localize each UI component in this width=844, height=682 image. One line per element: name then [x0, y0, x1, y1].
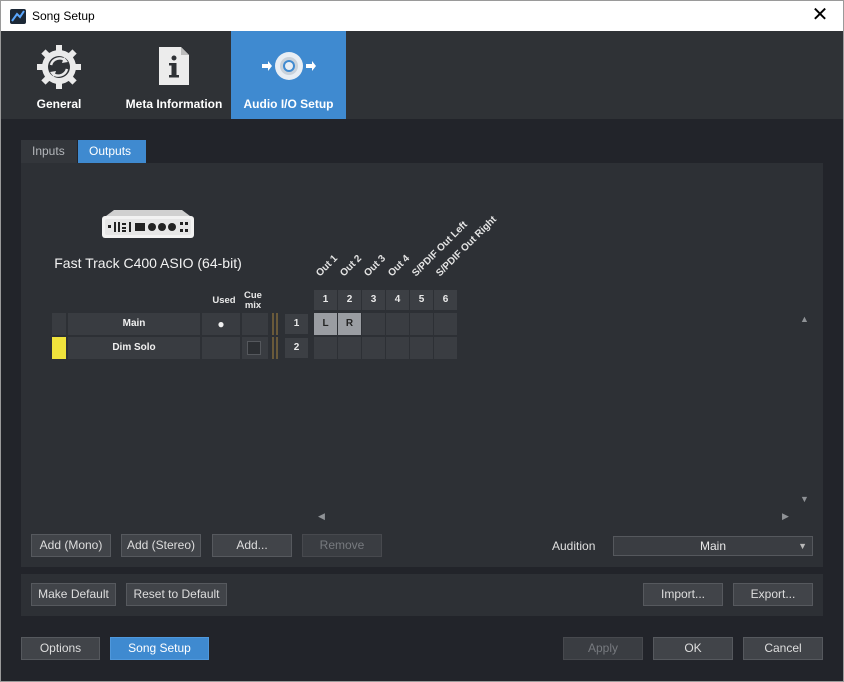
tab-inputs[interactable]: Inputs	[21, 140, 77, 163]
info-document-icon	[159, 47, 189, 85]
apply-button[interactable]: Apply	[563, 637, 643, 660]
channel-assign-cell[interactable]: R	[338, 313, 361, 335]
channel-assign-cell[interactable]	[362, 313, 385, 335]
audio-interface-icon	[102, 210, 194, 238]
tab-meta-information[interactable]: Meta Information	[117, 31, 231, 119]
gear-refresh-icon	[37, 45, 81, 89]
options-button[interactable]: Options	[21, 637, 100, 660]
add-button[interactable]: Add...	[212, 534, 292, 557]
close-icon[interactable]: ✕	[797, 1, 843, 31]
row-color-swatch[interactable]	[52, 313, 66, 335]
cue-mix-cell[interactable]	[242, 337, 268, 359]
speaker-io-icon	[261, 52, 316, 80]
import-button[interactable]: Import...	[643, 583, 723, 606]
studio-one-app-icon	[10, 9, 26, 24]
scroll-left-icon[interactable]: ◀	[318, 511, 325, 522]
row-color-swatch[interactable]	[52, 337, 66, 359]
remove-button[interactable]: Remove	[302, 534, 382, 557]
tab-meta-information-label: Meta Information	[125, 97, 223, 111]
divider	[276, 313, 278, 335]
divider	[276, 337, 278, 359]
row-name[interactable]: Dim Solo	[68, 337, 200, 359]
top-tab-bar: General Meta Information Audio I/O Setup	[1, 31, 843, 119]
channel-assign-cell[interactable]	[410, 337, 433, 359]
channel-assign-cell[interactable]	[386, 313, 409, 335]
audition-select[interactable]: Main ▼	[613, 536, 813, 556]
channel-number-1: 1	[314, 290, 337, 310]
audition-label: Audition	[552, 539, 596, 553]
cue-mix-column-header: Cue mix	[244, 290, 262, 311]
channel-assign-cell[interactable]	[338, 337, 361, 359]
cue-mix-cell	[242, 313, 268, 335]
channel-assign-cell[interactable]	[386, 337, 409, 359]
channel-number-3: 3	[362, 290, 385, 310]
channel-assign-cell[interactable]	[434, 337, 457, 359]
make-default-button[interactable]: Make Default	[31, 583, 116, 606]
divider	[272, 313, 274, 335]
cue-mix-checkbox[interactable]	[247, 341, 261, 355]
row-name[interactable]: Main	[68, 313, 200, 335]
channel-number-4: 4	[386, 290, 409, 310]
tab-outputs[interactable]: Outputs	[78, 140, 146, 163]
cancel-button[interactable]: Cancel	[743, 637, 823, 660]
scroll-right-icon[interactable]: ▶	[782, 511, 789, 522]
channel-number-2: 2	[338, 290, 361, 310]
device-name: Fast Track C400 ASIO (64-bit)	[54, 255, 242, 271]
window-title: Song Setup	[32, 9, 95, 23]
channel-assign-cell[interactable]	[314, 337, 337, 359]
channel-assign-cell[interactable]	[434, 313, 457, 335]
divider	[272, 337, 274, 359]
tab-audio-io-setup[interactable]: Audio I/O Setup	[231, 31, 346, 119]
ok-button[interactable]: OK	[653, 637, 733, 660]
channel-assign-cell[interactable]	[362, 337, 385, 359]
row-number: 1	[285, 314, 308, 334]
reset-to-default-button[interactable]: Reset to Default	[126, 583, 227, 606]
tab-general[interactable]: General	[1, 31, 117, 119]
audition-value: Main	[699, 539, 726, 553]
used-indicator[interactable]	[202, 337, 240, 359]
export-button[interactable]: Export...	[733, 583, 813, 606]
tab-general-label: General	[36, 97, 82, 111]
channel-assign-cell[interactable]: L	[314, 313, 337, 335]
used-indicator[interactable]: ●	[202, 313, 240, 335]
channel-assign-cell[interactable]	[410, 313, 433, 335]
add-mono-button[interactable]: Add (Mono)	[31, 534, 111, 557]
scroll-up-icon[interactable]: ▲	[800, 314, 809, 324]
channel-number-6: 6	[434, 290, 457, 310]
add-stereo-button[interactable]: Add (Stereo)	[121, 534, 201, 557]
song-setup-button[interactable]: Song Setup	[110, 637, 209, 660]
scroll-down-icon[interactable]: ▼	[800, 494, 809, 504]
channel-number-5: 5	[410, 290, 433, 310]
title-bar: Song Setup ✕	[0, 0, 844, 31]
used-column-header: Used	[212, 295, 236, 306]
tab-audio-io-setup-label: Audio I/O Setup	[243, 97, 334, 111]
row-number: 2	[285, 338, 308, 358]
chevron-down-icon: ▼	[798, 541, 807, 551]
